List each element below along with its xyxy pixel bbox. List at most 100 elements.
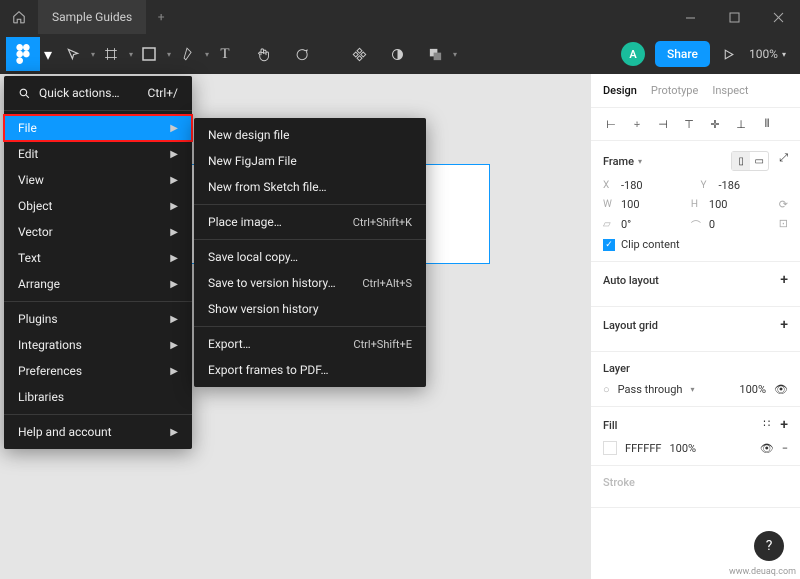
constrain-icon[interactable]: ⟳ — [779, 198, 788, 211]
h-value[interactable]: 100 — [709, 198, 728, 211]
avatar-letter: A — [629, 48, 636, 61]
align-bottom-icon[interactable]: ⊥ — [733, 116, 749, 132]
menu-file[interactable]: File▶ — [4, 115, 192, 141]
submenu-show-history[interactable]: Show version history — [194, 296, 426, 322]
frame-section-title[interactable]: Frame — [603, 155, 634, 168]
text-tool-icon[interactable]: T — [209, 38, 241, 70]
tab-inspect[interactable]: Inspect — [712, 84, 748, 97]
submenu-place-image[interactable]: Place image…Ctrl+Shift+K — [194, 209, 426, 235]
chevron-right-icon: ▶ — [170, 366, 178, 377]
menu-integrations[interactable]: Integrations▶ — [4, 332, 192, 358]
menu-view[interactable]: View▶ — [4, 167, 192, 193]
blend-mode-value[interactable]: Pass through — [618, 383, 683, 396]
hand-tool-icon[interactable] — [247, 38, 279, 70]
layout-grid-title: Layout grid — [603, 319, 658, 332]
add-fill-button[interactable]: + — [780, 417, 788, 433]
menu-edit[interactable]: Edit▶ — [4, 141, 192, 167]
menu-text[interactable]: Text▶ — [4, 245, 192, 271]
zoom-level[interactable]: 100%▾ — [749, 47, 786, 61]
document-tab[interactable]: Sample Guides — [38, 0, 146, 34]
present-icon[interactable] — [722, 48, 735, 61]
x-value[interactable]: -180 — [621, 179, 643, 192]
auto-layout-title: Auto layout — [603, 274, 659, 287]
menu-item-label: Object — [18, 199, 52, 213]
right-panel: Design Prototype Inspect ⊢ ⧾ ⊣ ⊤ ✛ ⊥ ⦀ F… — [590, 74, 800, 579]
layer-opacity-value[interactable]: 100% — [739, 383, 766, 396]
menu-object[interactable]: Object ▶ — [4, 193, 192, 219]
menu-quick-actions[interactable]: Quick actions… Ctrl+/ — [4, 80, 192, 106]
rotation-value[interactable]: 0° — [621, 218, 631, 231]
titlebar: Sample Guides + — [0, 0, 800, 34]
submenu-new-design[interactable]: New design file — [194, 122, 426, 148]
menu-help[interactable]: Help and account▶ — [4, 419, 192, 445]
menu-item-label: Text — [18, 251, 41, 265]
menu-arrange[interactable]: Arrange▶ — [4, 271, 192, 297]
menu-vector[interactable]: Vector▶ — [4, 219, 192, 245]
blend-mode-icon[interactable]: ○ — [603, 383, 610, 396]
minimize-icon[interactable] — [668, 0, 712, 34]
avatar[interactable]: A — [621, 42, 645, 66]
style-icon[interactable]: ∷ — [763, 417, 770, 433]
submenu-new-figjam[interactable]: New FigJam File — [194, 148, 426, 174]
figma-menu-button[interactable] — [6, 37, 40, 71]
submenu-save-version[interactable]: Save to version history…Ctrl+Alt+S — [194, 270, 426, 296]
rotation-icon: ▱ — [603, 219, 615, 230]
submenu-export-pdf[interactable]: Export frames to PDF… — [194, 357, 426, 383]
comment-tool-icon[interactable] — [285, 38, 317, 70]
move-tool-icon[interactable]: ▾ — [57, 38, 89, 70]
fill-opacity-value[interactable]: 100% — [669, 442, 696, 455]
align-right-icon[interactable]: ⊣ — [655, 116, 671, 132]
w-value[interactable]: 100 — [621, 198, 640, 211]
orientation-toggle[interactable]: ▯▭ — [731, 151, 769, 171]
tab-design[interactable]: Design — [603, 84, 637, 97]
component-tool-icon[interactable] — [343, 38, 375, 70]
submenu-export[interactable]: Export…Ctrl+Shift+E — [194, 331, 426, 357]
submenu-save-local[interactable]: Save local copy… — [194, 244, 426, 270]
frame-tool-icon[interactable]: ▾ — [95, 38, 127, 70]
search-icon — [18, 87, 31, 100]
chevron-down-icon[interactable]: ▾ — [42, 45, 54, 64]
close-icon[interactable] — [756, 0, 800, 34]
fill-visibility-icon[interactable]: 👁 — [760, 442, 774, 455]
add-layout-grid-button[interactable]: + — [780, 317, 788, 333]
h-label: H — [691, 199, 703, 210]
menu-preferences[interactable]: Preferences▶ — [4, 358, 192, 384]
fill-swatch[interactable] — [603, 441, 617, 455]
help-button[interactable]: ? — [754, 531, 784, 561]
menu-item-label: Edit — [18, 147, 38, 161]
remove-fill-button[interactable]: − — [782, 442, 788, 455]
add-auto-layout-button[interactable]: + — [780, 272, 788, 288]
y-value[interactable]: -186 — [719, 179, 741, 192]
pen-tool-icon[interactable]: ▾ — [171, 38, 203, 70]
radius-icon: ⌒ — [691, 217, 703, 232]
clip-content-checkbox[interactable]: ✓ — [603, 239, 615, 251]
menu-item-label: Show version history — [208, 302, 319, 316]
share-button[interactable]: Share — [655, 41, 710, 67]
mask-tool-icon[interactable] — [381, 38, 413, 70]
radius-value[interactable]: 0 — [709, 218, 715, 231]
fit-icon[interactable]: ⤢ — [779, 151, 788, 171]
fill-hex-value[interactable]: FFFFFF — [625, 442, 661, 455]
new-tab-button[interactable]: + — [146, 10, 176, 24]
distribute-icon[interactable]: ⦀ — [759, 116, 775, 132]
independent-corners-icon[interactable]: ⊡ — [779, 217, 788, 232]
align-left-icon[interactable]: ⊢ — [603, 116, 619, 132]
visibility-icon[interactable]: 👁 — [774, 383, 788, 396]
tab-prototype[interactable]: Prototype — [651, 84, 698, 97]
align-hcenter-icon[interactable]: ⧾ — [629, 116, 645, 132]
maximize-icon[interactable] — [712, 0, 756, 34]
fill-title: Fill — [603, 419, 617, 432]
menu-item-label: Integrations — [18, 338, 82, 352]
submenu-new-sketch[interactable]: New from Sketch file… — [194, 174, 426, 200]
stroke-title: Stroke — [603, 476, 635, 489]
boolean-tool-icon[interactable]: ▾ — [419, 38, 451, 70]
menu-plugins[interactable]: Plugins▶ — [4, 306, 192, 332]
chevron-right-icon: ▶ — [170, 201, 178, 212]
separator — [4, 414, 192, 415]
align-vcenter-icon[interactable]: ✛ — [707, 116, 723, 132]
shape-tool-icon[interactable]: ▾ — [133, 38, 165, 70]
align-top-icon[interactable]: ⊤ — [681, 116, 697, 132]
home-icon[interactable] — [0, 0, 38, 34]
menu-libraries[interactable]: Libraries — [4, 384, 192, 410]
chevron-right-icon: ▶ — [170, 314, 178, 325]
